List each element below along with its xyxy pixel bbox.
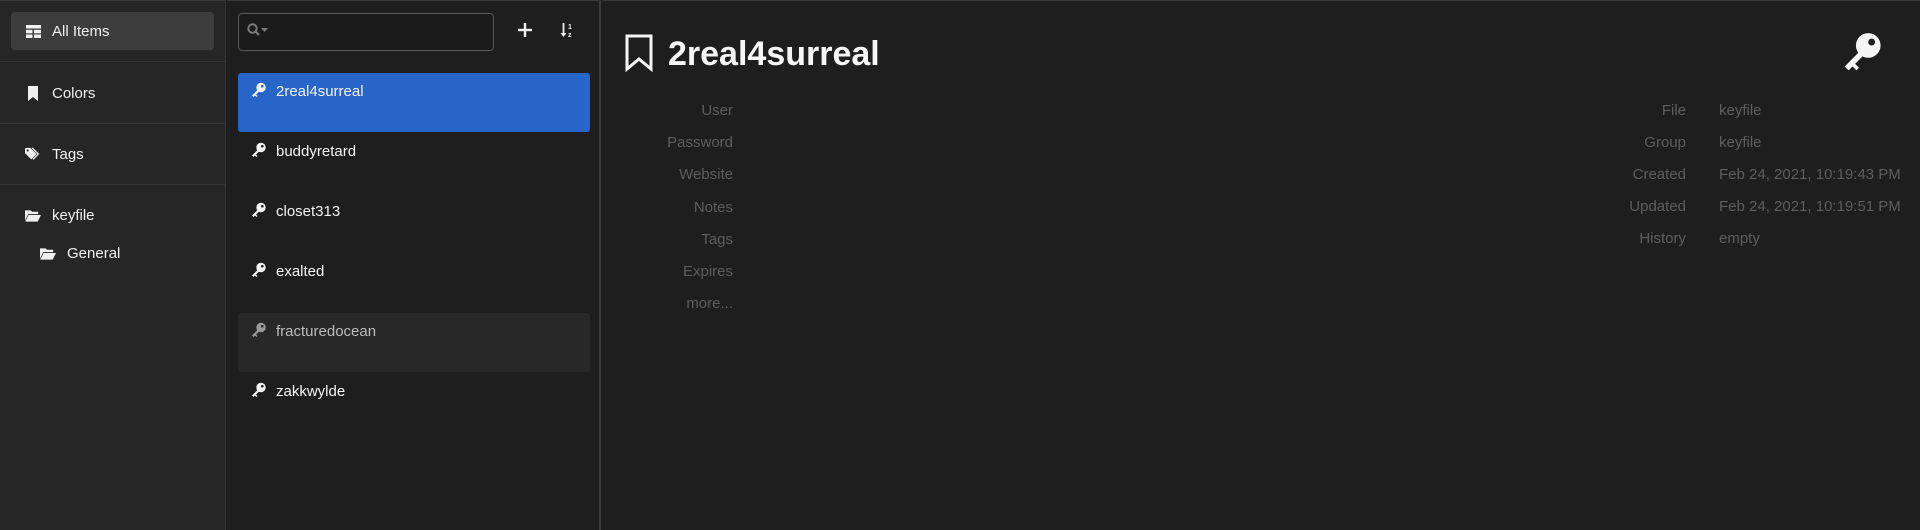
entry-list-panel: 1z 2real4surreal buddyretard closet313 e…	[227, 0, 601, 530]
sidebar-item-colors[interactable]: Colors	[11, 74, 214, 112]
key-icon	[251, 262, 267, 278]
more-fields-link[interactable]: more...	[686, 295, 733, 312]
divider	[0, 61, 226, 62]
key-icon	[251, 142, 267, 158]
entry-title: exalted	[276, 263, 325, 280]
sidebar-item-group[interactable]: General	[26, 234, 214, 272]
field-value-file: keyfile	[1719, 102, 1762, 119]
sidebar: All Items Colors Tags keyfile General	[0, 0, 226, 530]
entry-title: buddyretard	[276, 143, 357, 160]
key-icon	[251, 322, 267, 338]
list-item[interactable]: 2real4surreal	[238, 73, 590, 132]
list-item[interactable]: buddyretard	[238, 133, 590, 192]
search-icon[interactable]	[247, 22, 269, 42]
divider	[0, 184, 226, 185]
entry-title: 2real4surreal	[276, 83, 364, 100]
folder-open-icon	[25, 207, 41, 223]
key-icon[interactable]	[1842, 31, 1884, 73]
field-label-created: Created	[1632, 166, 1686, 183]
sidebar-item-all-items[interactable]: All Items	[11, 12, 214, 50]
field-label-group: Group	[1644, 134, 1686, 151]
list-item[interactable]: exalted	[238, 253, 590, 312]
field-label-notes[interactable]: Notes	[694, 199, 733, 216]
sidebar-item-label: Tags	[52, 145, 84, 163]
entry-title: zakkwylde	[276, 383, 346, 400]
field-label-user[interactable]: User	[701, 102, 733, 119]
sidebar-item-file[interactable]: keyfile	[11, 196, 214, 234]
divider	[0, 123, 226, 124]
svg-text:1: 1	[568, 24, 572, 31]
field-label-history: History	[1639, 230, 1686, 247]
field-value-group[interactable]: keyfile	[1719, 134, 1762, 151]
search-input[interactable]	[275, 24, 475, 40]
bookmark-icon[interactable]	[625, 34, 653, 73]
bookmark-icon	[25, 85, 41, 101]
page-title[interactable]: 2real4surreal	[668, 35, 880, 74]
entry-title: closet313	[276, 203, 341, 220]
field-label-file: File	[1661, 102, 1686, 119]
add-entry-button[interactable]	[508, 15, 542, 49]
key-icon	[251, 382, 267, 398]
key-icon	[251, 202, 267, 218]
sidebar-item-label: All Items	[52, 22, 110, 40]
field-label-password[interactable]: Password	[667, 134, 733, 151]
field-label-tags[interactable]: Tags	[701, 231, 733, 248]
sort-icon: 1z	[560, 22, 576, 43]
sidebar-item-label: keyfile	[52, 206, 95, 224]
field-value-updated: Feb 24, 2021, 10:19:51 PM	[1719, 198, 1901, 215]
search-field[interactable]	[238, 13, 494, 51]
field-value-history[interactable]: empty	[1719, 230, 1760, 247]
folder-open-icon	[40, 245, 56, 261]
sidebar-item-label: General	[67, 244, 121, 262]
field-label-expires[interactable]: Expires	[683, 263, 733, 280]
sidebar-item-label: Colors	[52, 84, 96, 102]
list-item[interactable]: closet313	[238, 193, 590, 252]
field-value-created: Feb 24, 2021, 10:19:43 PM	[1719, 166, 1901, 183]
entry-title: fracturedocean	[276, 323, 377, 340]
field-label-website[interactable]: Website	[679, 166, 733, 183]
list-item[interactable]: zakkwylde	[238, 373, 590, 432]
list-icon	[25, 23, 41, 39]
sidebar-item-tags[interactable]: Tags	[11, 135, 214, 173]
sort-button[interactable]: 1z	[551, 15, 585, 49]
tags-icon	[25, 146, 41, 162]
plus-icon	[518, 22, 532, 42]
svg-text:z: z	[568, 32, 572, 38]
field-label-updated: Updated	[1629, 198, 1686, 215]
key-icon	[251, 82, 267, 98]
list-item[interactable]: fracturedocean	[238, 313, 590, 372]
entry-detail-panel: 2real4surreal User Password Website Note…	[603, 0, 1920, 530]
